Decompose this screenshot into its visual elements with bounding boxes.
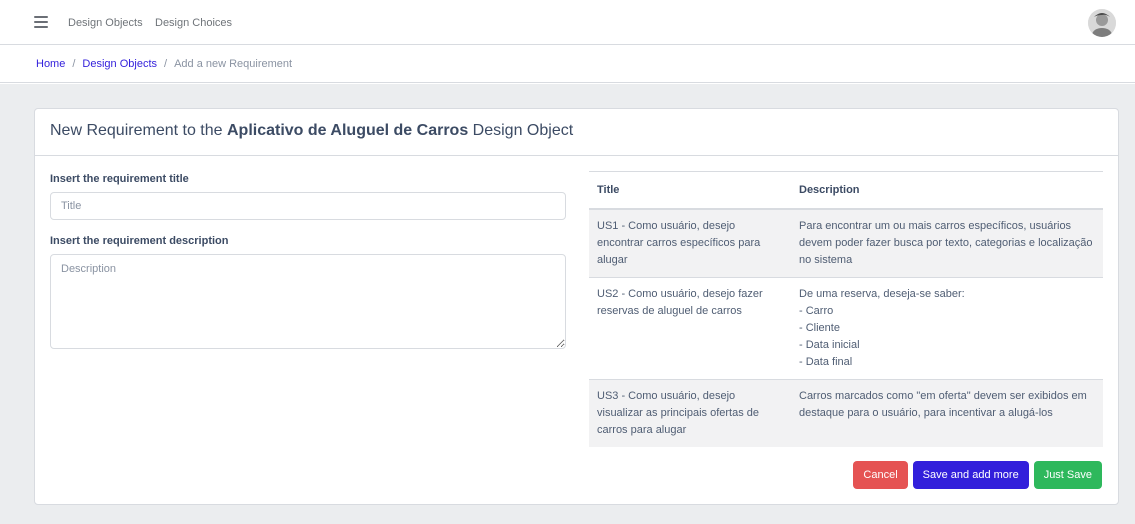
breadcrumb-home[interactable]: Home <box>36 58 65 70</box>
description-textarea[interactable] <box>50 254 566 349</box>
menu-icon[interactable] <box>34 16 48 28</box>
requirement-form: Insert the requirement title Insert the … <box>50 173 566 349</box>
description-line: - Carro <box>799 304 834 317</box>
description-line: - Data final <box>799 355 853 368</box>
table-header-row: Title Description <box>589 171 1103 210</box>
top-header: Design Objects Design Choices <box>0 0 1135 45</box>
description-line: Para encontrar um ou mais carros específ… <box>799 219 1093 266</box>
description-field-label: Insert the requirement description <box>50 235 229 247</box>
card-title-object: Aplicativo de Aluguel de Carros <box>226 122 469 139</box>
table-row: US2 - Como usuário, desejo fazer reserva… <box>589 276 1103 379</box>
card-title-prefix: New Requirement to the <box>50 122 227 139</box>
description-line: Carros marcados como "em oferta" devem s… <box>799 389 1087 419</box>
title-input[interactable] <box>50 192 566 220</box>
breadcrumb-design-objects[interactable]: Design Objects <box>82 58 157 70</box>
card-title-suffix: Design Object <box>468 122 574 139</box>
description-line: - Data inicial <box>799 338 860 351</box>
breadcrumb: Home / Design Objects / Add a new Requir… <box>0 45 1135 83</box>
row-title: US1 - Como usuário, desejo encontrar car… <box>589 208 791 277</box>
breadcrumb-separator: / <box>164 57 168 70</box>
description-line: De uma reserva, deseja-se saber: <box>799 287 965 300</box>
requirement-card: New Requirement to the Aplicativo de Alu… <box>34 108 1119 505</box>
card-title: New Requirement to the Aplicativo de Alu… <box>35 109 1118 156</box>
title-field-label: Insert the requirement title <box>50 173 189 185</box>
column-header-title: Title <box>589 171 791 210</box>
row-title: US2 - Como usuário, desejo fazer reserva… <box>589 276 791 379</box>
avatar[interactable] <box>1088 9 1116 37</box>
table-row: US1 - Como usuário, desejo encontrar car… <box>589 208 1103 277</box>
requirements-table: Title Description US1 - Como usuário, de… <box>589 171 1103 447</box>
row-title: US3 - Como usuário, desejo visualizar as… <box>589 378 791 447</box>
column-header-description: Description <box>791 171 1103 210</box>
table-row: US3 - Como usuário, desejo visualizar as… <box>589 378 1103 447</box>
description-line: - Cliente <box>799 321 840 334</box>
just-save-button[interactable]: Just Save <box>1033 461 1102 489</box>
row-description: De uma reserva, deseja-se saber: - Carro… <box>791 276 1103 379</box>
save-and-add-more-button[interactable]: Save and add more <box>912 461 1029 489</box>
breadcrumb-current: Add a new Requirement <box>174 57 293 70</box>
row-description: Carros marcados como "em oferta" devem s… <box>791 378 1103 447</box>
row-description: Para encontrar um ou mais carros específ… <box>791 208 1103 277</box>
nav-link-design-objects[interactable]: Design Objects <box>68 17 143 29</box>
form-actions: Cancel Save and add more Just Save <box>853 461 1102 489</box>
nav-link-design-choices[interactable]: Design Choices <box>155 17 232 29</box>
main-content: New Requirement to the Aplicativo de Alu… <box>0 84 1135 524</box>
breadcrumb-separator: / <box>72 57 76 70</box>
cancel-button[interactable]: Cancel <box>853 461 908 489</box>
